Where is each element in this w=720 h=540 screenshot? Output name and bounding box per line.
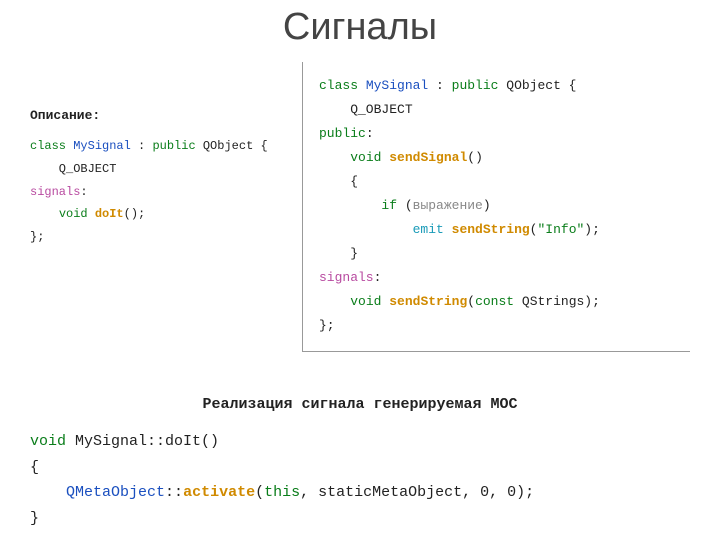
text: QObject { [196,139,268,153]
text: QObject { [498,78,576,93]
text: () [467,150,483,165]
keyword-void: void [30,433,66,450]
text: { [30,459,39,476]
text [444,222,452,237]
keyword-class: class [319,78,358,93]
text: { [319,174,358,189]
text: }; [30,230,44,244]
text: :: [165,484,183,501]
text: , staticMetaObject, 0, 0); [300,484,534,501]
text [319,294,350,309]
class-name: MySignal [366,78,428,93]
bottom-code-block: void MySignal::doIt() { QMetaObject::act… [30,429,690,531]
text: }; [319,318,335,333]
text: : [428,78,451,93]
keyword-void: void [350,294,381,309]
keyword-public: public [319,126,366,141]
text [319,222,413,237]
class-name: MySignal [73,139,131,153]
text: } [319,246,358,261]
macro-qobject: Q_OBJECT [319,102,413,117]
keyword-if: if [381,198,397,213]
bottom-heading: Реализация сигнала генерируемая MOC [30,396,690,413]
keyword-class: class [30,139,66,153]
text: ( [467,294,475,309]
text: ); [584,222,600,237]
text: QStrings); [514,294,600,309]
fn-sendstring: sendString [389,294,467,309]
text [30,207,59,221]
text: ) [483,198,491,213]
string-literal: "Info" [537,222,584,237]
keyword-void: void [350,150,381,165]
keyword-const: const [475,294,514,309]
keyword-emit: emit [413,222,444,237]
bottom-section: Реализация сигнала генерируемая MOC void… [30,396,690,531]
keyword-signals: signals [319,270,374,285]
class-qmetaobject: QMetaObject [66,484,165,501]
text: MySignal::doIt() [66,433,219,450]
text: : [374,270,382,285]
keyword-public: public [152,139,195,153]
macro-qobject: Q_OBJECT [30,162,116,176]
left-column: Описание: class MySignal : public QObjec… [30,108,280,249]
slide-title: Сигналы [0,6,720,49]
fn-activate: activate [183,484,255,501]
slide: Сигналы Описание: class MySignal : publi… [0,0,720,540]
keyword-void: void [59,207,88,221]
right-column: class MySignal : public QObject { Q_OBJE… [302,62,690,352]
expression-placeholder: выражение [413,198,483,213]
text: ( [397,198,413,213]
fn-sendsignal: sendSignal [389,150,467,165]
fn-sendstring: sendString [452,222,530,237]
keyword-signals: signals [30,185,80,199]
text: : [80,185,87,199]
text [319,198,381,213]
keyword-this: this [264,484,300,501]
text [88,207,95,221]
description-label: Описание: [30,108,280,123]
fn-doit: doIt [95,207,124,221]
text [30,484,66,501]
left-code-block: class MySignal : public QObject { Q_OBJE… [30,135,280,249]
text: (); [124,207,146,221]
text: : [366,126,374,141]
text: : [131,139,153,153]
keyword-public: public [452,78,499,93]
right-code-block: class MySignal : public QObject { Q_OBJE… [319,74,690,339]
text: } [30,510,39,527]
text: ( [255,484,264,501]
text [319,150,350,165]
